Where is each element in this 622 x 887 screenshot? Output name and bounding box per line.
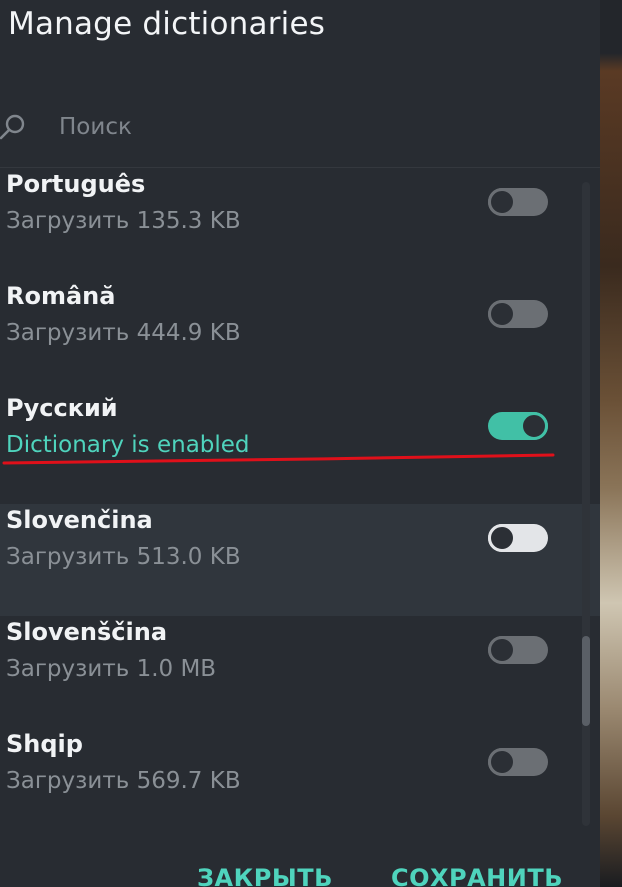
dictionary-status: Загрузить 1.0 MB <box>6 656 217 682</box>
scrollbar-track[interactable] <box>582 182 590 826</box>
dialog-footer: ЗАКРЫТЬ СОХРАНИТЬ <box>0 826 600 887</box>
dictionary-toggle[interactable] <box>488 300 550 330</box>
search-icon <box>0 114 25 140</box>
dictionary-row-romana[interactable]: Română Загрузить 444.9 KB <box>0 280 600 392</box>
dictionary-name: Português <box>6 170 146 198</box>
search-bar[interactable] <box>0 104 600 148</box>
dictionary-row-slovenscina[interactable]: Slovenščina Загрузить 1.0 MB <box>0 616 600 728</box>
dictionary-row-russkiy[interactable]: Русский Dictionary is enabled <box>0 392 600 504</box>
dictionary-status: Загрузить 569.7 KB <box>6 768 241 794</box>
dictionary-status: Загрузить 135.3 KB <box>6 208 241 234</box>
dictionary-status: Dictionary is enabled <box>6 432 250 458</box>
dictionary-toggle[interactable] <box>488 524 550 554</box>
dictionary-list[interactable]: Português Загрузить 135.3 KB Română Загр… <box>0 168 600 826</box>
dictionary-name: Русский <box>6 394 118 422</box>
dictionary-name: Slovenčina <box>6 506 153 534</box>
dictionary-row-slovencina[interactable]: Slovenčina Загрузить 513.0 KB <box>0 504 600 616</box>
manage-dictionaries-dialog: Manage dictionaries Português Загрузить … <box>0 0 600 887</box>
dictionary-row-portugues[interactable]: Português Загрузить 135.3 KB <box>0 168 600 280</box>
dictionary-status: Загрузить 513.0 KB <box>6 544 241 570</box>
dictionary-status: Загрузить 444.9 KB <box>6 320 241 346</box>
dictionary-toggle[interactable] <box>488 636 550 666</box>
scrollbar-thumb[interactable] <box>582 636 590 726</box>
dictionary-name: Shqip <box>6 730 83 758</box>
search-input[interactable] <box>57 110 561 144</box>
dictionary-toggle[interactable] <box>488 748 550 778</box>
close-button[interactable]: ЗАКРЫТЬ <box>197 864 333 887</box>
dialog-title: Manage dictionaries <box>8 6 326 42</box>
dictionary-row-shqip[interactable]: Shqip Загрузить 569.7 KB <box>0 728 600 826</box>
dictionary-toggle[interactable] <box>488 188 550 218</box>
dictionary-name: Română <box>6 282 116 310</box>
dictionary-name: Slovenščina <box>6 618 168 646</box>
background-window <box>600 0 622 887</box>
save-button[interactable]: СОХРАНИТЬ <box>391 864 563 887</box>
dictionary-toggle[interactable] <box>488 412 550 442</box>
